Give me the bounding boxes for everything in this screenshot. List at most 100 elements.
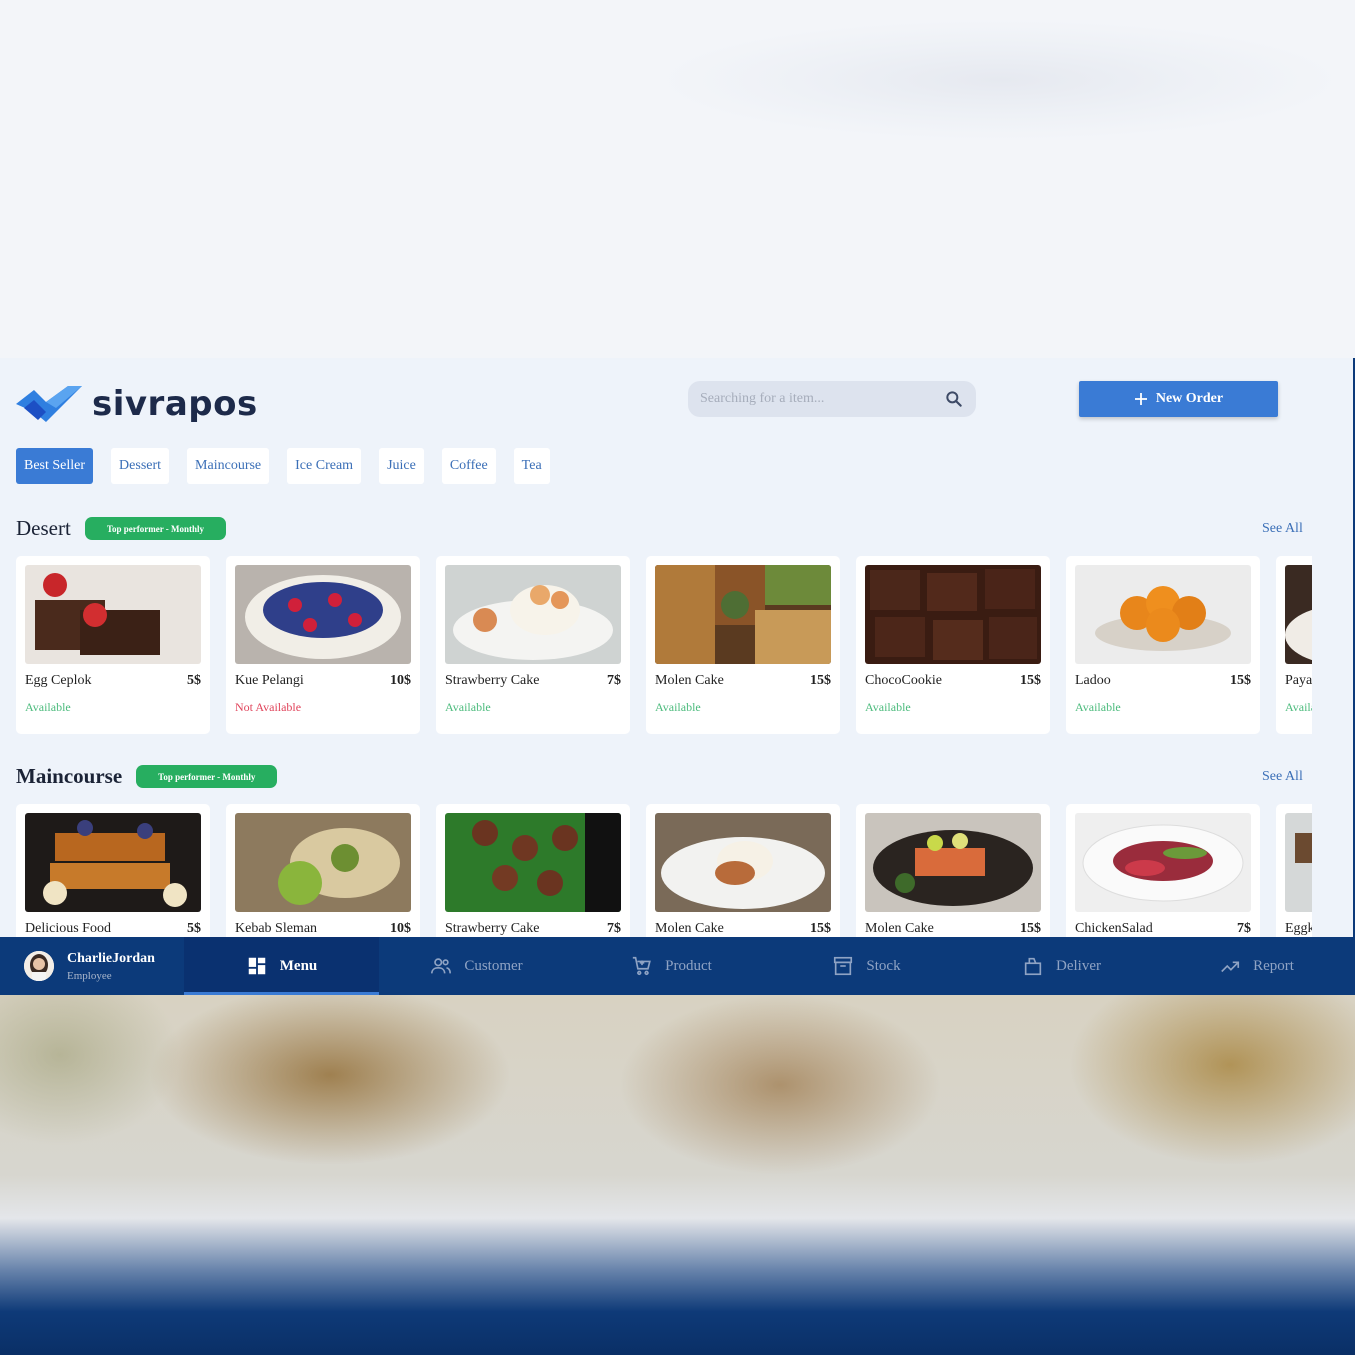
product-card[interactable]: Egg Ceplok 5$ Available	[16, 556, 210, 734]
tab-best-seller[interactable]: Best Seller	[16, 448, 94, 484]
nav-label: Deliver	[1056, 957, 1101, 974]
tab-tea[interactable]: Tea	[513, 448, 550, 484]
nav-product[interactable]: Product	[574, 937, 769, 995]
tab-ice-cream[interactable]: Ice Cream	[287, 448, 362, 484]
product-image	[865, 813, 1041, 912]
product-price: 10$	[390, 673, 411, 688]
nav-label: Report	[1253, 957, 1294, 974]
section-title: Desert	[16, 516, 71, 540]
user-profile[interactable]: CharlieJordan Employee	[0, 937, 184, 995]
product-name: Delicious Food	[25, 921, 111, 936]
product-price: 15$	[810, 921, 831, 936]
product-price: 5$	[187, 673, 201, 688]
product-name: Kebab Sleman	[235, 921, 318, 936]
search-input[interactable]	[700, 391, 944, 407]
product-card[interactable]: Kue Pelangi 10$ Not Available	[226, 556, 420, 734]
product-price: 15$	[1020, 673, 1041, 688]
availability-status: Available	[1075, 700, 1121, 714]
product-price: 15$	[1020, 921, 1041, 936]
nav-label: Menu	[279, 957, 318, 974]
product-price: 7$	[607, 921, 621, 936]
availability-status: Not Available	[235, 700, 302, 714]
availability-status: Available	[25, 700, 71, 714]
people-icon	[431, 958, 452, 974]
product-image	[25, 813, 201, 912]
top-performer-badge: Top performer - Monthly	[136, 765, 278, 788]
product-name: Molen Cake	[865, 921, 934, 936]
new-order-button[interactable]: New Order	[1079, 381, 1278, 417]
product-image	[1285, 813, 1312, 912]
user-name: CharlieJordan	[67, 950, 155, 966]
product-price: 7$	[1237, 921, 1251, 936]
product-price: 15$	[1230, 673, 1251, 688]
product-name: Eggk	[1285, 921, 1312, 936]
product-price: 5$	[187, 921, 201, 936]
nav-customer[interactable]: Customer	[379, 937, 574, 995]
nav-menu[interactable]: Menu	[184, 937, 379, 995]
nav-stock[interactable]: Stock	[769, 937, 964, 995]
product-image	[655, 813, 831, 912]
section-title: Maincourse	[16, 764, 123, 788]
product-card[interactable]: Paya Availa	[1276, 556, 1312, 734]
product-image	[655, 565, 831, 664]
product-name: Egg Ceplok	[25, 673, 92, 688]
blurred-background-top	[0, 0, 1355, 358]
product-card[interactable]: Ladoo 15$ Available	[1066, 556, 1260, 734]
product-image	[1285, 565, 1312, 664]
product-name: Strawberry Cake	[445, 673, 540, 688]
product-image	[445, 813, 621, 912]
product-name: ChocoCookie	[865, 673, 942, 688]
product-card[interactable]: ChocoCookie 15$ Available	[856, 556, 1050, 734]
tab-maincourse[interactable]: Maincourse	[187, 448, 270, 484]
pos-app-window: sivrapos New Order Best Seller Dessert M…	[0, 358, 1355, 995]
archive-icon	[834, 956, 853, 976]
blurred-background-bottom	[0, 995, 1355, 1355]
product-image	[865, 565, 1041, 664]
desert-items-row: Egg Ceplok 5$ Available Kue Pelangi 10$ …	[16, 556, 1312, 734]
product-name: ChickenSalad	[1075, 921, 1153, 936]
product-price: 7$	[607, 673, 621, 688]
logo: sivrapos	[16, 382, 258, 426]
new-order-label: New Order	[1155, 391, 1224, 406]
plus-icon	[1134, 393, 1147, 405]
brand-name: sivrapos	[92, 384, 258, 424]
product-image	[1075, 813, 1251, 912]
top-performer-badge: Top performer - Monthly	[84, 517, 227, 540]
product-name: Molen Cake	[655, 921, 724, 936]
product-card[interactable]: Strawberry Cake 7$ Available	[436, 556, 630, 734]
product-name: Paya	[1285, 673, 1312, 688]
nav-label: Stock	[866, 957, 901, 974]
product-image	[235, 565, 411, 664]
product-image	[25, 565, 201, 664]
tab-dessert[interactable]: Dessert	[111, 448, 170, 484]
availability-status: Available	[655, 700, 701, 714]
search-bar[interactable]	[688, 381, 976, 417]
see-all-link[interactable]: See All	[1262, 521, 1303, 537]
dashboard-icon	[248, 957, 265, 975]
nav-label: Customer	[464, 957, 523, 974]
trending-up-icon	[1221, 961, 1240, 973]
bottom-navigation: CharlieJordan Employee Menu Customer Pro…	[0, 937, 1353, 995]
tab-juice[interactable]: Juice	[379, 448, 424, 484]
tab-coffee[interactable]: Coffee	[441, 448, 496, 484]
nav-label: Product	[665, 957, 712, 974]
product-name: Molen Cake	[655, 673, 724, 688]
product-name: Ladoo	[1075, 673, 1111, 688]
see-all-link[interactable]: See All	[1262, 769, 1303, 785]
product-image	[235, 813, 411, 912]
section-header-desert: Desert Top performer - Monthly	[16, 516, 227, 541]
product-name: Kue Pelangi	[235, 673, 304, 688]
availability-status: Available	[865, 700, 911, 714]
product-price: 15$	[810, 673, 831, 688]
package-icon	[1024, 957, 1042, 976]
cart-icon	[632, 956, 652, 976]
product-card[interactable]: Molen Cake 15$ Available	[646, 556, 840, 734]
nav-report[interactable]: Report	[1159, 937, 1353, 995]
product-image	[445, 565, 621, 664]
logo-mark-icon	[16, 386, 82, 422]
section-header-maincourse: Maincourse Top performer - Monthly	[16, 764, 278, 789]
search-icon[interactable]	[944, 389, 964, 409]
product-image	[1075, 565, 1251, 664]
nav-deliver[interactable]: Deliver	[964, 937, 1159, 995]
avatar	[24, 951, 54, 981]
